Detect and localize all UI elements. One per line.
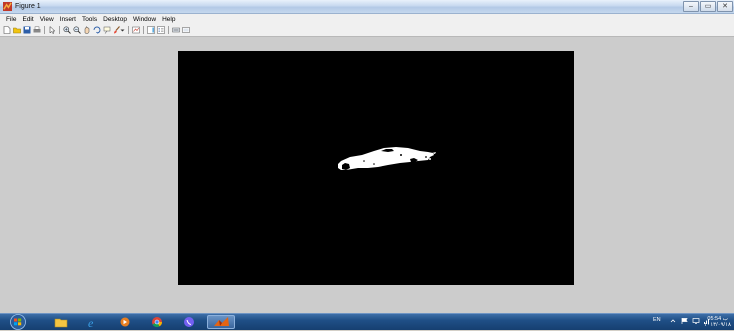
menu-desktop[interactable]: Desktop [103, 15, 127, 24]
toolbar-separator [59, 26, 60, 34]
minimize-icon: – [689, 3, 693, 10]
insert-legend-icon[interactable] [157, 26, 165, 34]
windows-start-icon[interactable] [7, 314, 29, 330]
svg-text:e: e [88, 316, 94, 329]
window-title: Figure 1 [15, 3, 41, 10]
zoom-out-icon[interactable] [73, 26, 81, 34]
close-button[interactable]: ✕ [717, 1, 733, 12]
clock-date: ۲۰۱۳/۰۹/۱۸ [704, 322, 731, 328]
menu-insert[interactable]: Insert [60, 15, 76, 24]
taskbar: e EN 05:54 ب ۲۰۱۳/۰۹/۱۸ [0, 313, 734, 330]
show-hidden-icon[interactable] [670, 318, 676, 324]
save-icon[interactable] [23, 26, 31, 34]
close-icon: ✕ [722, 3, 728, 10]
media-player-icon [120, 317, 130, 327]
data-cursor-icon[interactable] [103, 26, 111, 34]
internet-explorer-icon: e [88, 316, 94, 330]
toolbar-separator [44, 26, 45, 34]
file-explorer-icon [54, 318, 68, 328]
toolbar-separator [143, 26, 144, 34]
brush-dropdown-icon[interactable] [120, 26, 125, 34]
menu-bar: File Edit View Insert Tools Desktop Wind… [0, 14, 734, 24]
maximize-button[interactable]: ▭ [700, 1, 716, 12]
toolbar-separator [168, 26, 169, 34]
chrome-icon [152, 317, 162, 328]
taskbar-matlab[interactable] [207, 315, 235, 329]
taskbar-file-explorer[interactable] [48, 315, 74, 329]
menu-file[interactable]: File [6, 15, 16, 24]
viber-icon [184, 317, 194, 327]
taskbar-viber[interactable] [176, 315, 202, 329]
hide-plot-tools-icon[interactable] [172, 26, 180, 34]
menu-view[interactable]: View [40, 15, 54, 24]
menu-window[interactable]: Window [133, 15, 156, 24]
language-indicator[interactable]: EN [653, 317, 661, 323]
flag-icon[interactable] [681, 317, 689, 325]
show-plot-tools-icon[interactable] [182, 26, 190, 34]
insert-colorbar-icon[interactable] [147, 26, 155, 34]
print-icon[interactable] [33, 26, 41, 34]
taskbar-internet-explorer[interactable]: e [80, 315, 106, 330]
binary-car-silhouette [338, 147, 436, 170]
menu-tools[interactable]: Tools [82, 15, 97, 24]
image-axes[interactable] [178, 51, 574, 285]
matlab-icon [214, 317, 229, 326]
minimize-button[interactable]: – [683, 1, 699, 12]
matlab-figure-icon [3, 2, 12, 11]
window-title-bar[interactable]: Figure 1 – ▭ ✕ [0, 0, 734, 14]
link-plot-icon[interactable] [132, 26, 140, 34]
pan-icon[interactable] [83, 26, 91, 34]
taskbar-chrome[interactable] [144, 315, 170, 329]
figure-toolbar [0, 24, 734, 37]
select-arrow-icon[interactable] [48, 26, 56, 34]
rotate-3d-icon[interactable] [93, 26, 101, 34]
new-figure-icon[interactable] [3, 26, 11, 34]
menu-edit[interactable]: Edit [22, 15, 33, 24]
figure-canvas[interactable] [0, 37, 734, 313]
taskbar-media-player[interactable] [112, 315, 138, 329]
menu-help[interactable]: Help [162, 15, 175, 24]
system-clock[interactable]: 05:54 ب ۲۰۱۳/۰۹/۱۸ [704, 316, 731, 328]
zoom-in-icon[interactable] [63, 26, 71, 34]
toolbar-separator [128, 26, 129, 34]
maximize-icon: ▭ [704, 3, 712, 10]
open-file-icon[interactable] [13, 26, 21, 34]
network-icon[interactable] [692, 317, 700, 325]
